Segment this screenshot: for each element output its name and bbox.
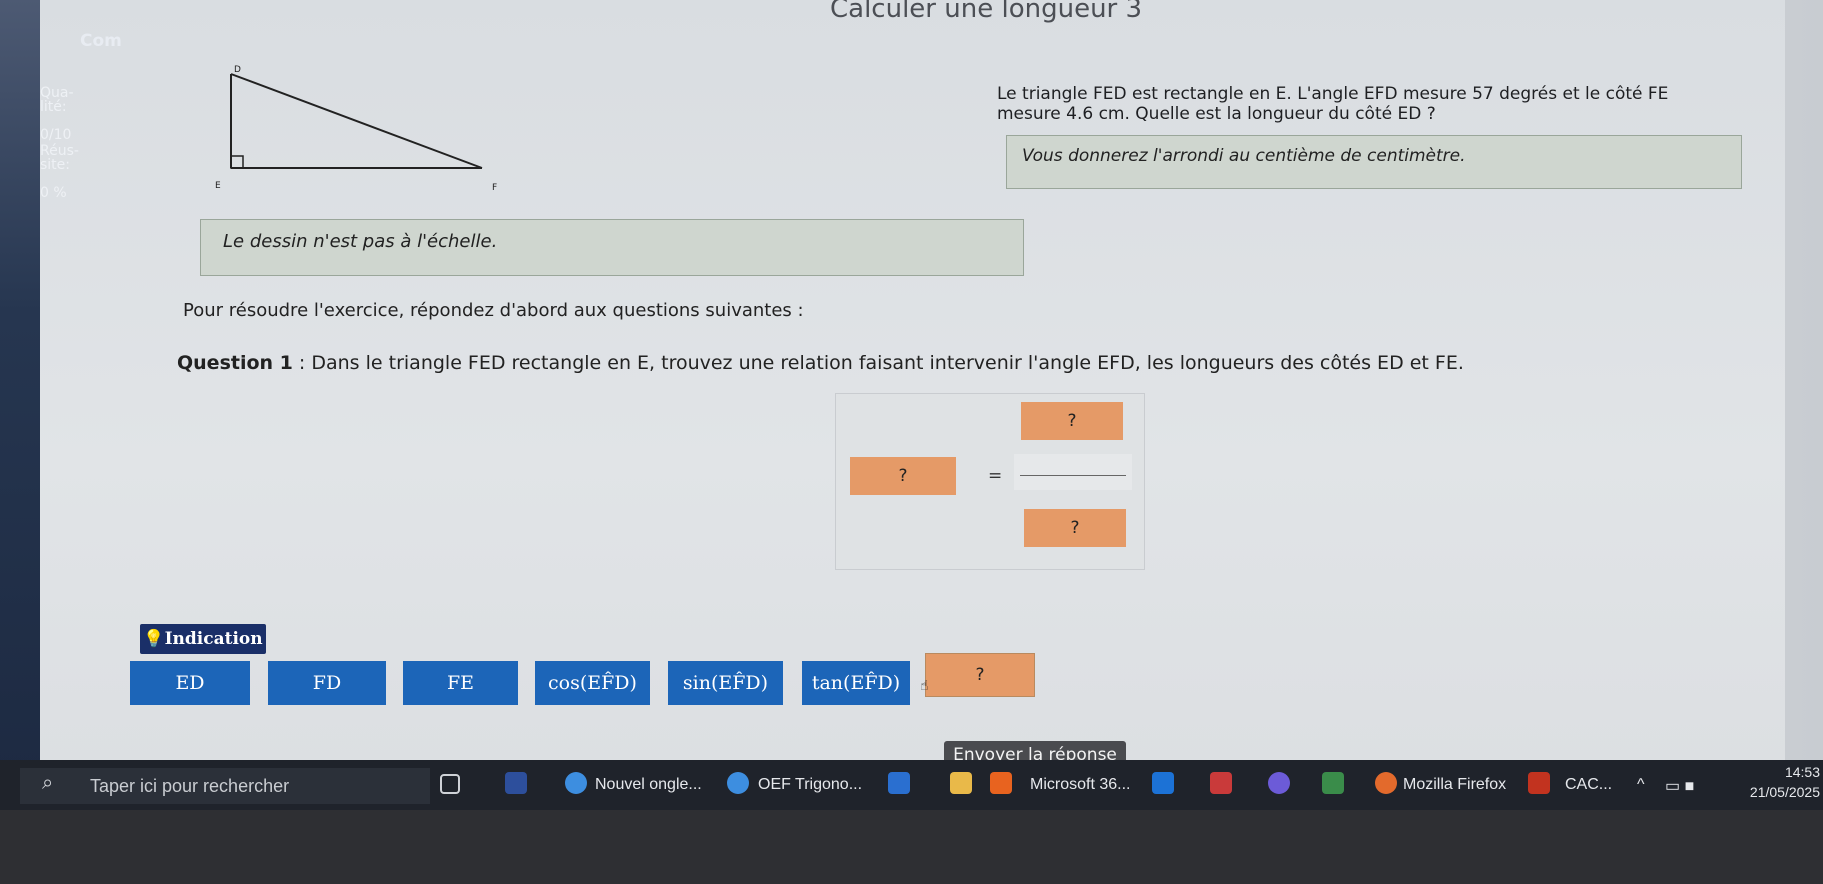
chip-sin[interactable]: sin(EF̂D) <box>668 661 783 705</box>
taskbar-date: 21/05/2025 <box>1749 784 1820 800</box>
chip-cos[interactable]: cos(EF̂D) <box>535 661 650 705</box>
screen: Calculer une longueur 3 D E F Le dessin … <box>0 0 1823 884</box>
success-label: Réus- site: <box>40 143 79 173</box>
sidebar-title: Com <box>80 31 122 51</box>
vertex-e-label: E <box>215 181 221 191</box>
chrome-icon[interactable] <box>565 772 587 794</box>
taskbar-item-cac[interactable]: CAC... <box>1565 776 1612 794</box>
vertex-d-label: D <box>234 65 241 75</box>
chip-fe[interactable]: FE <box>403 661 518 705</box>
lightbulb-icon: 💡 <box>143 629 165 649</box>
right-angle-mark <box>230 155 244 169</box>
statement-line-2: mesure 4.6 cm. Quelle est la longueur du… <box>997 104 1436 124</box>
monitor-bezel <box>0 810 1823 884</box>
statement-line-1: Le triangle FED est rectangle en E. L'an… <box>997 84 1669 104</box>
taskbar-item-firefox[interactable]: Mozilla Firefox <box>1403 776 1506 794</box>
outlook-icon[interactable] <box>1152 772 1174 794</box>
question-label: Question 1 <box>177 352 293 374</box>
rounding-note: Vous donnerez l'arrondi au centième de c… <box>1022 146 1466 166</box>
firefox-icon[interactable] <box>1375 772 1397 794</box>
windows-taskbar: ⌕ Taper ici pour rechercher Nouvel ongle… <box>0 760 1823 810</box>
chart-app-icon[interactable] <box>1528 772 1550 794</box>
office-icon[interactable] <box>990 772 1012 794</box>
scale-note-box: Le dessin n'est pas à l'échelle. <box>200 219 1024 276</box>
tray-icons[interactable]: ▭ ■ <box>1665 776 1694 796</box>
app-icon[interactable] <box>505 772 527 794</box>
denominator-slot[interactable]: ? <box>1024 509 1126 547</box>
triangle-figure: D E F <box>215 65 497 193</box>
numerator-slot[interactable]: ? <box>1021 402 1123 440</box>
store-icon[interactable] <box>888 772 910 794</box>
chrome-icon[interactable] <box>727 772 749 794</box>
equation-box: ? = ? ? <box>835 393 1145 570</box>
rounding-note-box: Vous donnerez l'arrondi au centième de c… <box>1006 135 1742 189</box>
quality-label: Qua- lité: <box>40 85 74 115</box>
notes-icon[interactable] <box>1322 772 1344 794</box>
chip-ed[interactable]: ED <box>130 661 250 705</box>
search-icon: ⌕ <box>42 772 54 794</box>
side-df <box>230 73 483 169</box>
chip-blank[interactable]: ? <box>925 653 1035 697</box>
search-placeholder: Taper ici pour rechercher <box>90 776 290 796</box>
app-icon[interactable] <box>1210 772 1232 794</box>
vertex-f-label: F <box>492 183 497 193</box>
equals-sign: = <box>988 466 1003 486</box>
indication-button[interactable]: 💡 Indication <box>140 624 266 654</box>
tray-chevron-icon[interactable]: ^ <box>1637 776 1645 794</box>
success-value: 0 % <box>40 185 67 201</box>
taskbar-item-chrome-1[interactable]: Nouvel ongle... <box>595 776 702 794</box>
quality-value: 0/10 <box>40 127 72 143</box>
intro-text: Pour résoudre l'exercice, répondez d'abo… <box>183 300 804 321</box>
taskbar-clock: 14:53 <box>1784 764 1820 780</box>
problem-statement: Le triangle FED est rectangle en E. L'an… <box>997 84 1737 124</box>
chip-fd[interactable]: FD <box>268 661 386 705</box>
taskbar-item-office[interactable]: Microsoft 36... <box>1030 776 1130 794</box>
left-answer-slot[interactable]: ? <box>850 457 956 495</box>
hand-cursor-icon: ☝ <box>920 678 929 694</box>
task-view-icon[interactable] <box>440 774 460 794</box>
folder-icon[interactable] <box>950 772 972 794</box>
scale-note: Le dessin n'est pas à l'échelle. <box>223 231 498 252</box>
question-text: : Dans le triangle FED rectangle en E, t… <box>292 352 1464 374</box>
app-icon[interactable] <box>1268 772 1290 794</box>
chip-tan[interactable]: tan(EF̂D) <box>802 661 910 705</box>
fraction-line <box>1020 475 1126 476</box>
question-1: Question 1 : Dans le triangle FED rectan… <box>177 352 1464 374</box>
taskbar-item-chrome-2[interactable]: OEF Trigono... <box>758 776 862 794</box>
fraction-area <box>1014 454 1132 490</box>
indication-label: Indication <box>164 629 263 649</box>
page-title: Calculer une longueur 3 <box>830 0 1143 24</box>
